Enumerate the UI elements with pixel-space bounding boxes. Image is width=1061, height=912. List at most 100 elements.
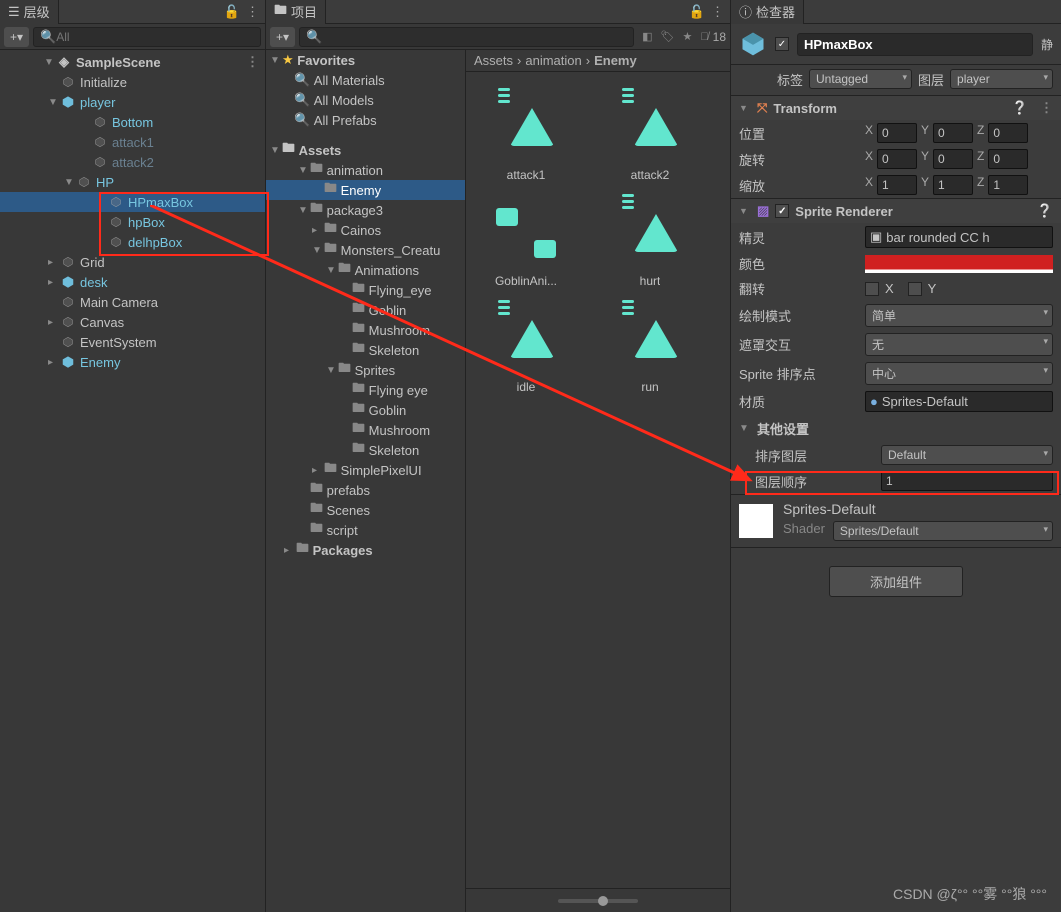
favorite-item[interactable]: 🔍 All Models [266,90,465,110]
project-tree-item[interactable]: 🖿 Skeleton [266,440,465,460]
project-tree-item[interactable]: ▼🖿 Animations [266,260,465,280]
hierarchy-tab[interactable]: ☰ 层级 [0,0,59,24]
hierarchy-item[interactable]: ▼player [0,92,265,112]
hierarchy-search[interactable]: 🔍 [33,27,261,47]
layer-dropdown[interactable]: player [950,69,1053,89]
project-tree-item[interactable]: ▼🖿 Sprites [266,360,465,380]
rot-z[interactable] [988,149,1028,169]
asset-item[interactable]: attack1 [476,92,576,182]
rot-x[interactable] [877,149,917,169]
favorite-item[interactable]: 🔍 All Materials [266,70,465,90]
project-tab[interactable]: 🖿 项目 [266,0,326,24]
material-preview-row[interactable]: Sprites-Default ShaderSprites/Default [731,495,1061,547]
sortpoint-dropdown[interactable]: 中心 [865,362,1053,385]
project-tree-item[interactable]: ▼🖿 animation [266,160,465,180]
filter-icon[interactable]: ◧ [642,30,652,43]
hierarchy-item[interactable]: attack2 [0,152,265,172]
project-tree-item[interactable]: 🖿 Mushroom [266,420,465,440]
lock-icon[interactable]: 🔓 [689,4,705,20]
project-tree-item[interactable]: 🖿 script [266,520,465,540]
label-icon[interactable]: 🏷 [661,30,675,43]
menu-icon[interactable]: ⋮ [711,4,724,20]
thumbnail-size-slider[interactable] [558,899,638,903]
static-label[interactable]: 静 [1041,36,1053,53]
scl-z[interactable] [988,175,1028,195]
mask-dropdown[interactable]: 无 [865,333,1053,356]
hierarchy-item[interactable]: ▸Canvas [0,312,265,332]
breadcrumb-item[interactable]: Enemy [594,53,637,68]
asset-item[interactable]: hurt [600,198,700,288]
project-tree-item[interactable]: 🖿 Goblin [266,300,465,320]
project-tree-item[interactable]: ▸🖿 Cainos [266,220,465,240]
breadcrumb[interactable]: Assets › animation › Enemy [466,50,730,72]
hierarchy-item[interactable]: ▸Grid [0,252,265,272]
color-picker[interactable] [865,255,1053,273]
menu-icon[interactable]: ⋮ [246,4,259,20]
hierarchy-item[interactable]: HPmaxBox [0,192,265,212]
pos-z[interactable] [988,123,1028,143]
project-tree-item[interactable]: 🖿 Flying_eye [266,280,465,300]
enabled-checkbox[interactable] [775,37,789,51]
sorting-layer-dropdown[interactable]: Default [881,445,1053,465]
scene-row[interactable]: ▼◈SampleScene⋮ [0,52,265,72]
scl-x[interactable] [877,175,917,195]
collapse-icon[interactable]: ▼ [739,206,751,216]
create-button[interactable]: +▾ [270,27,295,47]
hierarchy-item[interactable]: Bottom [0,112,265,132]
hidden-icon[interactable]: 👁̸ [700,31,708,43]
transform-header[interactable]: ▼ ⤧ Transform ❔ ⋮ [731,96,1061,120]
add-component-button[interactable]: 添加组件 [829,566,963,597]
project-tree-item[interactable]: 🖿 Goblin [266,400,465,420]
hierarchy-item[interactable]: Initialize [0,72,265,92]
hierarchy-item[interactable]: delhpBox [0,232,265,252]
gameobject-icon[interactable] [739,30,767,58]
project-tree-item[interactable]: 🖿 Skeleton [266,340,465,360]
hierarchy-item[interactable]: ▼HP [0,172,265,192]
rot-y[interactable] [933,149,973,169]
favorite-item[interactable]: 🔍 All Prefabs [266,110,465,130]
breadcrumb-item[interactable]: Assets [474,53,513,68]
search-input[interactable] [56,30,254,44]
assets-header[interactable]: ▼🖿 Assets [266,140,465,160]
breadcrumb-item[interactable]: animation [525,53,581,68]
asset-item[interactable]: attack2 [600,92,700,182]
hierarchy-item[interactable]: ▸Enemy [0,352,265,372]
project-tree-item[interactable]: 🖿 Flying eye [266,380,465,400]
scl-y[interactable] [933,175,973,195]
material-field[interactable]: ●Sprites-Default [865,391,1053,412]
project-tree-item[interactable]: 🖿 Enemy [266,180,465,200]
project-search[interactable]: 🔍 [299,27,634,47]
collapse-icon[interactable]: ▼ [739,103,751,113]
flip-y-checkbox[interactable] [908,282,922,296]
hierarchy-item[interactable]: Main Camera [0,292,265,312]
project-tree-item[interactable]: ▸🖿 Packages [266,540,465,560]
object-name-input[interactable] [797,33,1033,56]
help-icon[interactable]: ❔ [1012,100,1028,116]
project-tree-item[interactable]: 🖿 prefabs [266,480,465,500]
create-button[interactable]: +▾ [4,27,29,47]
hierarchy-item[interactable]: attack1 [0,132,265,152]
inspector-tab[interactable]: ⓘ 检查器 [731,0,804,24]
lock-icon[interactable]: 🔓 [224,4,240,20]
project-tree-item[interactable]: ▼🖿 package3 [266,200,465,220]
drawmode-dropdown[interactable]: 简单 [865,304,1053,327]
project-tree-item[interactable]: ▸🖿 SimplePixelUI [266,460,465,480]
pos-x[interactable] [877,123,917,143]
asset-item[interactable]: GoblinAni... [476,198,576,288]
flip-x-checkbox[interactable] [865,282,879,296]
sprite-field[interactable]: ▣bar rounded CC h [865,226,1053,248]
project-tree-item[interactable]: 🖿 Scenes [266,500,465,520]
favorites-header[interactable]: ▼★ Favorites [266,50,465,70]
shader-dropdown[interactable]: Sprites/Default [833,521,1053,541]
tag-dropdown[interactable]: Untagged [809,69,912,89]
menu-icon[interactable]: ⋮ [1040,100,1053,116]
sprite-renderer-header[interactable]: ▼ ▨ Sprite Renderer ❔ [731,199,1061,223]
star-icon[interactable]: ★ [683,30,693,43]
project-search-input[interactable] [322,30,627,44]
project-tree-item[interactable]: ▼🖿 Monsters_Creatu [266,240,465,260]
component-enabled-checkbox[interactable] [775,204,789,218]
help-icon[interactable]: ❔ [1037,203,1053,219]
order-input[interactable] [881,471,1053,491]
hierarchy-item[interactable]: hpBox [0,212,265,232]
project-tree-item[interactable]: 🖿 Mushroom [266,320,465,340]
